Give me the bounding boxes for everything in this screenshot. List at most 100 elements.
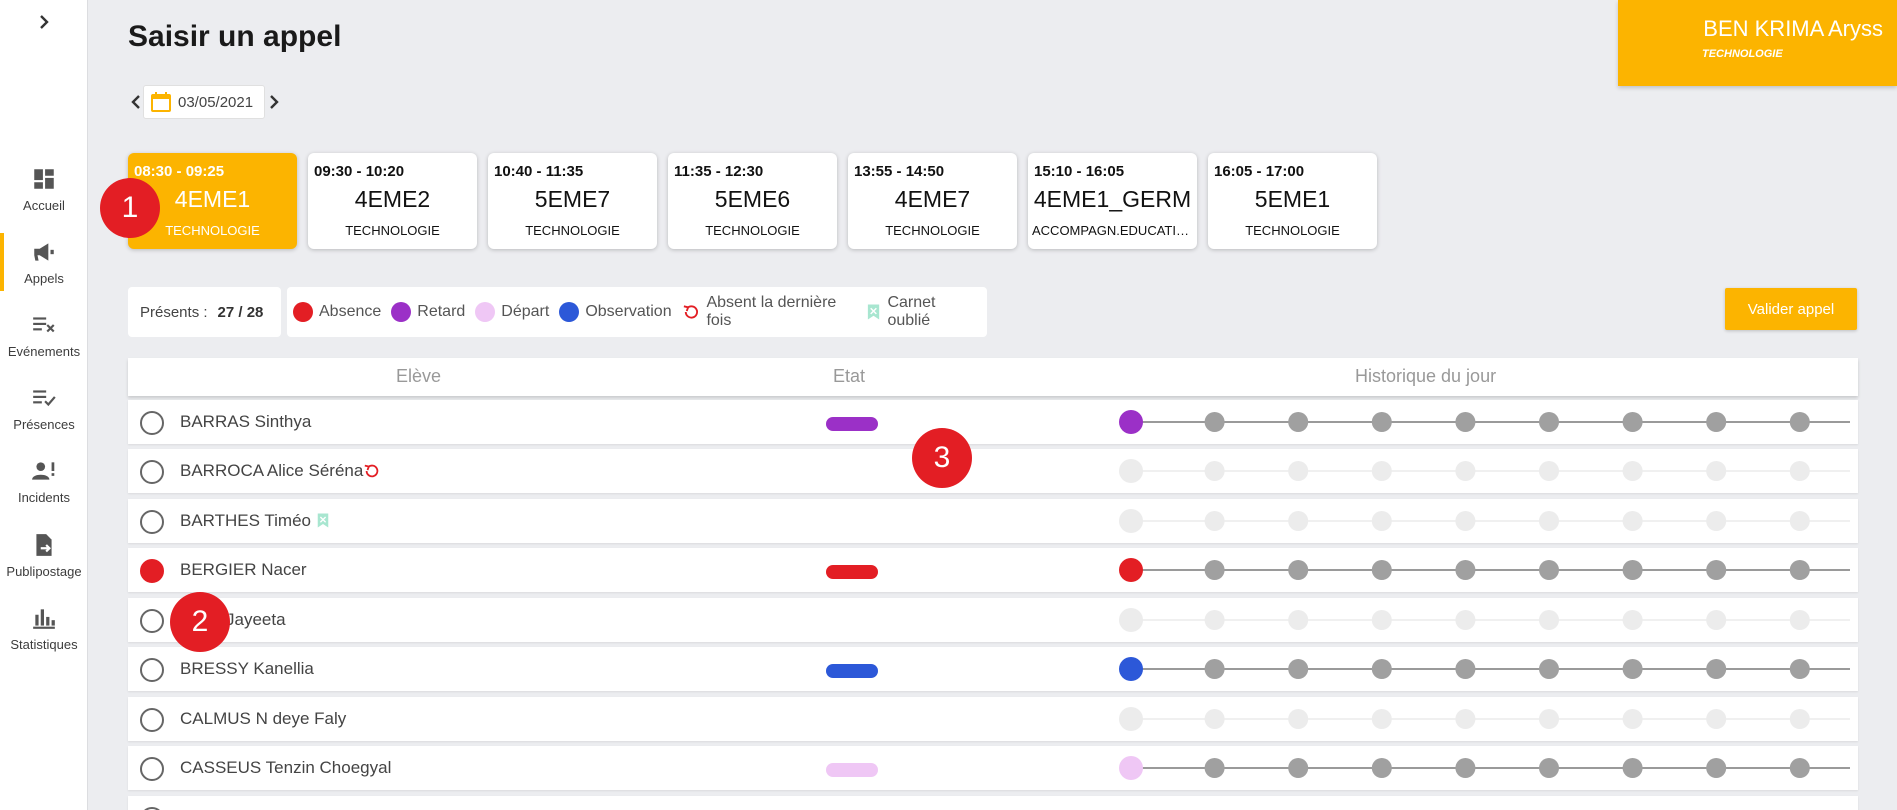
timeline-node [1455,412,1476,432]
timeline-node [1288,461,1309,481]
validate-call-button[interactable]: Valider appel [1725,288,1857,330]
previous-day-button[interactable] [128,92,144,112]
timeline-node [1119,410,1143,434]
chevron-left-icon [131,95,140,109]
slot-subject: TECHNOLOGIE [1245,223,1340,238]
legend: Absence Retard Départ Observation Absent… [287,287,987,337]
presents-counter: Présents : 27 / 28 [128,287,281,337]
slot-class: 5EME1 [1254,186,1331,212]
sidebar-item-publipostage[interactable]: Publipostage [0,532,88,602]
next-day-button[interactable] [266,92,282,112]
status-radio[interactable] [140,460,164,484]
slot-card[interactable]: 15:10 - 16:05 4EME1_GERM ACCOMPAGN.EDUCA… [1028,153,1197,249]
table-row[interactable]: BRESSY Kanellia [128,647,1858,691]
date-picker[interactable]: 03/05/2021 [143,85,265,119]
slot-time: 10:40 - 11:35 [494,163,584,180]
timeline-node [1371,610,1392,630]
status-radio[interactable] [140,510,164,534]
state-pill [826,763,878,777]
presents-label: Présents : [140,303,208,321]
slot-class: 4EME7 [894,186,971,212]
timeline-node [1706,709,1727,729]
sidebar-item-presences[interactable]: Présences [0,385,88,455]
state-pill [826,417,878,431]
slot-class: 4EME2 [354,186,431,212]
sidebar-item-incidents[interactable]: Incidents [0,458,88,528]
day-history-timeline [1119,608,1850,632]
timeline-node [1789,659,1810,679]
annotation-badge: 3 [912,428,972,488]
timeline-node [1622,709,1643,729]
timeline-node [1539,461,1559,481]
legend-item-observation: Observation [559,302,672,322]
slot-card[interactable]: 10:40 - 11:35 5EME7 TECHNOLOGIE [488,153,657,249]
timeline-node [1371,659,1392,679]
timeline-node [1119,657,1143,681]
history-icon [683,305,698,319]
table-row[interactable]: BERGIER Nacer [128,548,1858,592]
status-radio[interactable] [140,708,164,732]
sidebar-item-appels[interactable]: Appels [0,233,88,309]
annotation-badge: 1 [100,178,160,238]
timeline-node [1371,412,1392,432]
timeline-node [1455,610,1476,630]
table-row[interactable]: CASSEUS Tenzin Choegyal [128,746,1858,790]
presents-value: 27 / 28 [217,303,264,321]
timeline-node [1288,659,1309,679]
column-header-state: Etat [833,366,866,386]
timeline-node [1622,610,1643,630]
user-card[interactable]: BEN KRIMA Aryss TECHNOLOGIE [1618,0,1897,86]
table-row[interactable] [128,796,1858,810]
timeline-node [1622,659,1643,679]
sidebar-item-label: Evénements [7,344,81,359]
sidebar-item-accueil[interactable]: Accueil [0,166,88,236]
timeline-node [1622,560,1643,580]
table-header: Elève Etat Historique du jour [128,358,1858,396]
slot-card[interactable]: 09:30 - 10:20 4EME2 TECHNOLOGIE [308,153,477,249]
timeline-node [1288,560,1309,580]
expand-sidebar-button[interactable] [32,10,56,34]
day-history-timeline [1119,558,1850,582]
slot-time: 15:10 - 16:05 [1034,163,1125,180]
timeline-node [1371,709,1392,729]
timeline-node [1288,412,1309,432]
table-row[interactable]: BARTHES Timéo [128,499,1858,543]
timeline-node [1622,758,1643,778]
table-row[interactable]: CALMUS N deye Faly [128,697,1858,741]
timeline-node [1706,560,1727,580]
timeline-node [1119,558,1143,582]
timeline-node [1789,610,1810,630]
user-name: BEN KRIMA Aryss [1703,16,1883,41]
table-row[interactable]: Jayeeta [128,598,1858,642]
status-radio[interactable] [140,658,164,682]
student-name: BERGIER Nacer [180,560,307,579]
slot-subject: TECHNOLOGIE [705,223,800,238]
chevron-right-icon [40,15,49,29]
slot-subject: TECHNOLOGIE [165,223,260,238]
table-row[interactable]: BARRAS Sinthya [128,400,1858,444]
slot-card[interactable]: 13:55 - 14:50 4EME7 TECHNOLOGIE [848,153,1017,249]
timeline-node [1789,758,1810,778]
slot-card[interactable]: 16:05 - 17:00 5EME1 TECHNOLOGIE [1208,153,1377,249]
timeline-node [1204,659,1225,679]
status-radio[interactable] [140,411,164,435]
table-row[interactable]: BARROCA Alice Séréna [128,449,1858,493]
sidebar-item-statistiques[interactable]: Statistiques [0,605,88,675]
timeline-node [1288,511,1309,531]
status-radio[interactable] [140,609,164,633]
timeline-node [1789,560,1810,580]
timeline-node [1204,560,1225,580]
timeline-node [1288,709,1309,729]
sidebar-item-evenements[interactable]: Evénements [0,312,88,382]
sidebar-item-label: Accueil [23,198,65,213]
status-radio[interactable] [140,757,164,781]
slot-card[interactable]: 11:35 - 12:30 5EME6 TECHNOLOGIE [668,153,837,249]
legend-item-retard: Retard [391,302,465,322]
timeline-node [1288,758,1309,778]
sidebar-item-label: Statistiques [10,637,78,652]
timeline-node [1371,511,1392,531]
retard-dot-icon [391,302,412,322]
student-name: CALMUS N deye Faly [180,709,347,728]
timeline-node [1706,610,1727,630]
status-radio[interactable] [140,559,164,583]
